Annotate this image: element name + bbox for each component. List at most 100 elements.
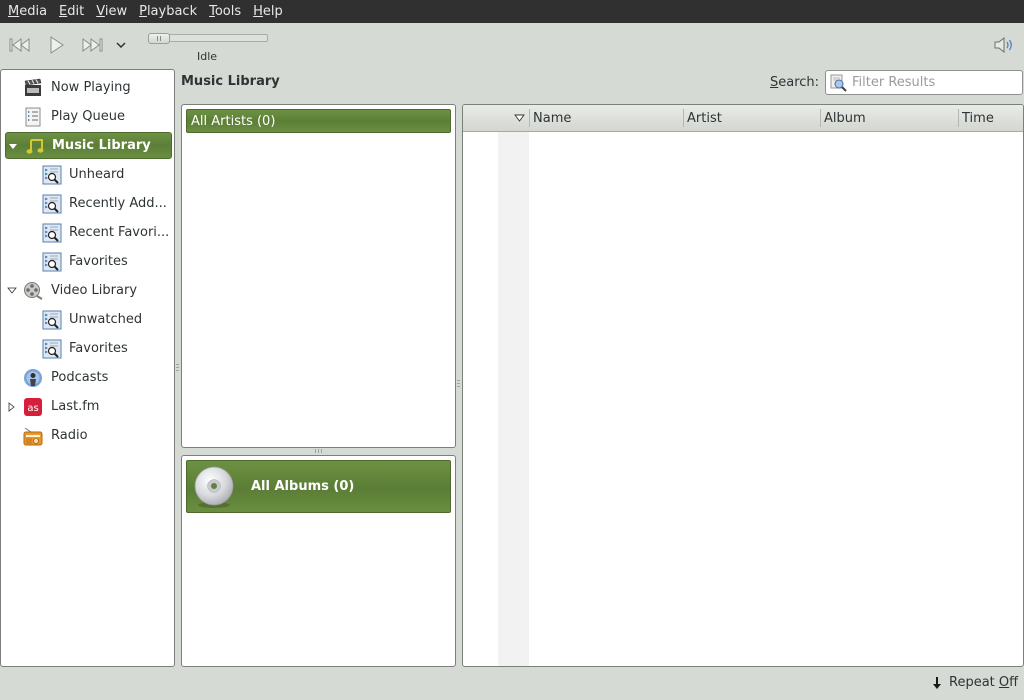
arrow-down-icon [933,676,941,689]
sidebar-item-radio[interactable]: Radio [5,422,172,449]
expander-expanded-icon[interactable] [8,142,18,152]
sidebar-item-unwatched[interactable]: Unwatched [5,306,172,333]
menu-playback[interactable]: Playback [133,0,203,23]
sidebar-item-recent-favorites[interactable]: Recent Favori... [5,219,172,246]
column-header-name[interactable]: Name [530,105,682,131]
column-header-label: Artist [687,110,722,126]
podcast-icon [24,368,42,387]
artist-row-label: All Artists (0) [191,113,276,129]
smart-playlist-icon [42,339,62,358]
sidebar-item-now-playing[interactable]: Now Playing [5,74,172,101]
smart-playlist-icon [42,194,62,213]
column-header-artist[interactable]: Artist [684,105,820,131]
sidebar-item-label: Favorites [69,254,128,269]
sidebar-item-video-favorites[interactable]: Favorites [5,335,172,362]
track-pane-handle[interactable] [457,380,460,388]
sidebar-item-recently-added[interactable]: Recently Add... [5,190,172,217]
page-title: Music Library [181,74,280,89]
browser-pane-handle[interactable] [315,449,323,453]
menu-label: ools [214,4,242,19]
menu-mnemonic: P [139,4,147,19]
seek-slider[interactable] [148,33,268,44]
sidebar-item-label: Favorites [69,341,128,356]
playback-status: Idle [197,50,218,63]
repeat-button[interactable]: Repeat Off [931,675,1018,690]
sidebar-item-video-library[interactable]: Video Library [5,277,172,304]
next-button[interactable] [79,34,105,56]
sidebar-item-label: Unwatched [69,312,143,327]
playlist-icon [25,107,41,126]
track-list-header: Name Artist Album Time [463,105,1023,132]
skip-back-icon [9,38,30,52]
toolbar [0,23,1024,68]
sidebar-item-label: Podcasts [51,370,109,385]
menu-view[interactable]: View [90,0,133,23]
volume-button[interactable] [992,35,1018,57]
film-reel-icon [24,281,43,300]
menu-edit[interactable]: Edit [53,0,90,23]
column-header-label: Time [962,110,994,126]
search-label-text: earch: [778,75,820,90]
artist-row-all[interactable]: All Artists (0) [186,109,451,133]
chevron-down-icon [116,42,126,48]
repeat-state: ff [1009,675,1019,690]
music-note-icon [26,138,44,154]
skip-forward-icon [82,38,103,52]
search-icon [830,74,847,92]
sidebar-item-label: Recent Favori... [69,225,170,240]
smart-playlist-icon [42,223,62,242]
play-button[interactable] [43,34,69,56]
album-browser: All Albums (0) [181,455,456,667]
search-field[interactable] [825,70,1023,95]
album-row-label: All Albums (0) [251,479,355,494]
sidebar-item-unheard[interactable]: Unheard [5,161,172,188]
column-header-rating[interactable] [463,105,529,131]
column-header-label: Album [824,110,866,126]
speaker-icon [994,36,1012,54]
source-list: Now Playing Play Queue Music Library Unh… [0,69,175,667]
clapperboard-icon [24,78,42,96]
menu-help[interactable]: Help [247,0,289,23]
search-input[interactable] [852,75,1022,90]
sidebar-item-music-library[interactable]: Music Library [5,132,172,159]
menu-tools[interactable]: Tools [203,0,247,23]
sidebar-pane-handle[interactable] [176,364,179,372]
menu-mnemonic: V [96,4,105,19]
play-icon [50,36,64,54]
repeat-mnemonic: O [998,675,1010,690]
previous-button[interactable] [7,34,33,56]
sorted-column-highlight [498,132,529,666]
album-row-all[interactable]: All Albums (0) [186,460,451,513]
menu-media[interactable]: Media [2,0,53,23]
lastfm-icon: as [24,397,42,416]
svg-text:as: as [27,403,38,414]
sidebar-item-favorites[interactable]: Favorites [5,248,172,275]
smart-playlist-icon [42,310,62,329]
column-header-time[interactable]: Time [959,105,1023,131]
menu-label: dit [67,4,85,19]
column-header-label: Name [533,110,572,126]
search-label: Search: [770,75,819,90]
menu-label: layback [146,4,198,19]
sidebar-item-play-queue[interactable]: Play Queue [5,103,172,130]
artist-browser: All Artists (0) [181,104,456,448]
sidebar-item-label: Video Library [51,283,138,298]
column-header-album[interactable]: Album [821,105,957,131]
sidebar-item-label: Now Playing [51,80,131,95]
sort-descending-icon [514,114,525,122]
smart-playlist-icon [42,252,62,271]
next-options-button[interactable] [110,34,132,56]
sidebar-item-lastfm[interactable]: as Last.fm [5,393,172,420]
sidebar-item-label: Recently Add... [69,196,167,211]
sidebar-item-podcasts[interactable]: Podcasts [5,364,172,391]
expander-expanded-icon[interactable] [7,286,17,296]
expander-collapsed-icon[interactable] [7,402,17,412]
track-list: Name Artist Album Time [462,104,1024,667]
sidebar-item-label: Unheard [69,167,125,182]
menu-label: iew [104,4,128,19]
smart-playlist-icon [42,165,62,184]
menubar: Media Edit View Playback Tools Help [0,0,1024,23]
sidebar-item-label: Play Queue [51,109,125,124]
seek-slider-handle[interactable] [148,33,170,44]
radio-icon [23,427,43,445]
